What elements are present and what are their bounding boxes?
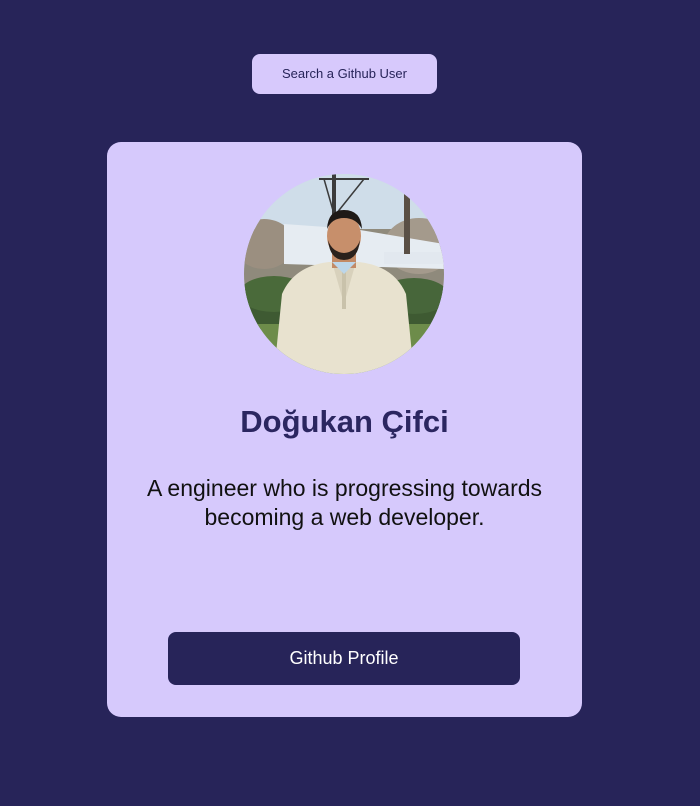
avatar — [244, 174, 444, 374]
github-profile-button[interactable]: Github Profile — [168, 632, 520, 685]
search-github-user-button[interactable]: Search a Github User — [252, 54, 437, 94]
profile-card: Doğukan Çifci A engineer who is progress… — [107, 142, 582, 717]
profile-bio: A engineer who is progressing towards be… — [146, 475, 543, 530]
profile-name: Doğukan Çifci — [240, 404, 449, 439]
avatar-photo — [244, 174, 444, 374]
